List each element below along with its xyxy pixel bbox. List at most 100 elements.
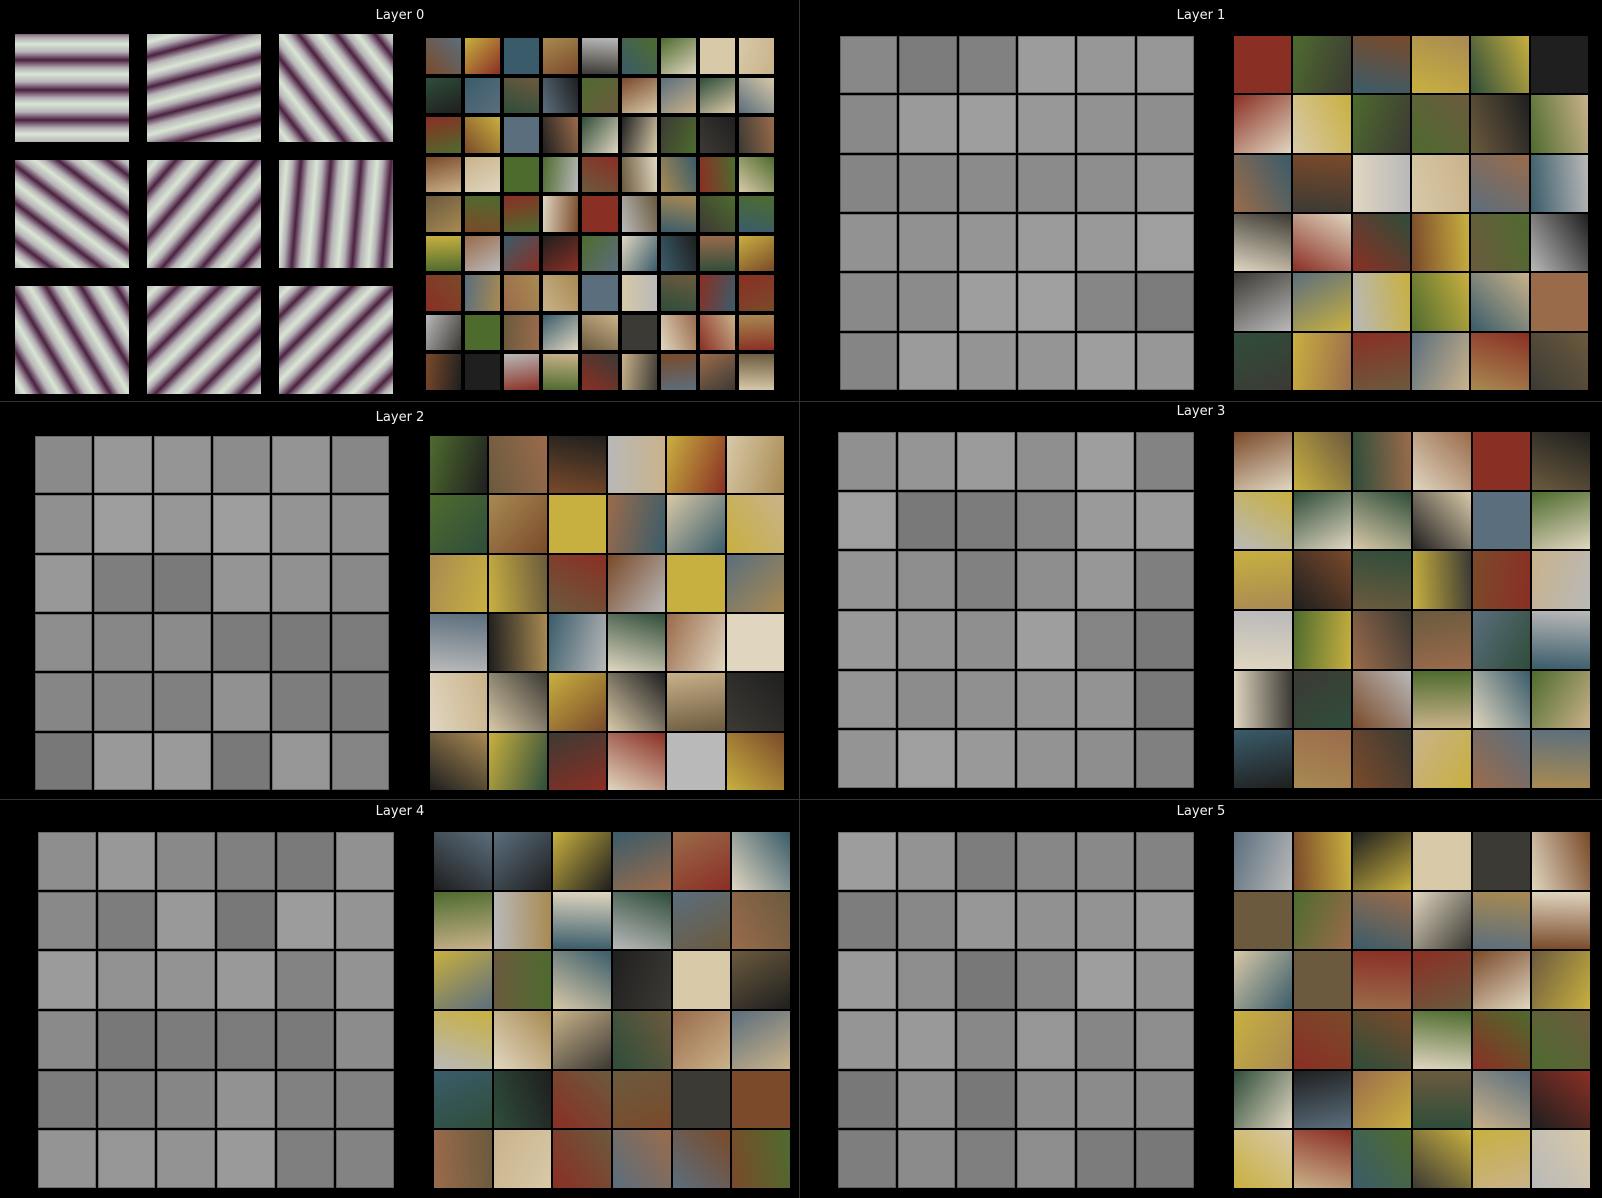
filter-tile — [35, 436, 93, 494]
image-patch-tile — [1234, 95, 1292, 153]
filter-tile — [97, 1130, 156, 1188]
panel-layer-0: Layer 0 — [0, 0, 800, 400]
image-patch-tile — [504, 156, 540, 193]
image-patch-tile — [613, 1070, 671, 1129]
image-patch-tile — [726, 436, 784, 494]
filter-tile — [957, 891, 1015, 950]
image-patch-tile — [543, 117, 579, 153]
image-patch-tile — [1293, 730, 1352, 788]
filter-tile — [957, 730, 1015, 788]
image-patch-tile — [504, 38, 540, 74]
image-patch-tile — [1234, 832, 1292, 890]
image-patch-tile — [582, 38, 618, 74]
image-patch-tile — [1413, 832, 1471, 890]
filter-tile — [38, 1070, 96, 1129]
filter-tile — [897, 951, 956, 1009]
image-patch-tile — [613, 832, 671, 890]
image-patch-tile — [1353, 951, 1411, 1009]
filter-tile — [1136, 491, 1194, 550]
image-patch-tile — [1413, 551, 1471, 609]
image-patch-tile — [434, 891, 492, 950]
image-patch-tile — [1532, 491, 1590, 550]
image-patch-tile — [543, 314, 579, 351]
image-patch-tile — [430, 732, 488, 790]
image-patch-grid — [1234, 832, 1590, 1188]
image-patch-tile — [1532, 1011, 1590, 1069]
image-patch-tile — [553, 832, 611, 890]
filter-tile — [1017, 611, 1075, 669]
image-patch-tile — [732, 891, 790, 950]
filter-tile — [1017, 213, 1076, 272]
image-patch-tile — [553, 891, 611, 950]
filter-tile — [94, 673, 152, 731]
filter-tile — [1017, 273, 1076, 331]
image-patch-tile — [1293, 1070, 1352, 1129]
image-patch-tile — [1413, 611, 1471, 669]
image-patch-tile — [667, 495, 725, 553]
filter-tile — [1017, 432, 1075, 490]
filter-tile — [1077, 154, 1135, 212]
image-patch-tile — [621, 117, 657, 153]
image-patch-tile — [1353, 1130, 1411, 1188]
image-patch-tile — [543, 275, 579, 311]
image-patch-tile — [1352, 213, 1410, 272]
image-patch-tile — [504, 235, 540, 272]
filter-tile — [958, 332, 1016, 390]
filter-tile — [840, 154, 898, 212]
image-patch-tile — [1353, 1011, 1411, 1069]
filter-tile — [957, 1011, 1015, 1069]
image-patch-tile — [543, 77, 579, 114]
filter-tile — [1076, 730, 1135, 788]
filter-tile — [279, 160, 393, 268]
image-patch-tile — [732, 1130, 790, 1188]
image-patch-tile — [430, 436, 488, 494]
image-patch-tile — [1530, 273, 1588, 331]
filter-tile — [1017, 891, 1075, 950]
filter-tile — [840, 213, 898, 272]
filter-tile — [35, 673, 93, 731]
image-patch-tile — [1234, 1011, 1292, 1069]
image-patch-tile — [1532, 1130, 1590, 1188]
image-patch-tile — [1352, 36, 1410, 94]
image-patch-tile — [1471, 273, 1529, 331]
filter-tile — [97, 1070, 156, 1129]
filter-tile — [38, 951, 96, 1009]
image-patch-tile — [465, 196, 501, 232]
filter-tile — [147, 160, 261, 268]
image-patch-grid — [434, 832, 790, 1188]
filter-tile — [897, 1070, 956, 1129]
image-patch-tile — [660, 235, 696, 272]
image-patch-tile — [465, 38, 501, 74]
image-patch-tile — [582, 275, 618, 311]
image-patch-tile — [1234, 213, 1292, 272]
filter-tile — [97, 1011, 156, 1069]
image-patch-tile — [1293, 432, 1352, 490]
filter-tile — [217, 891, 275, 950]
image-patch-tile — [1471, 332, 1529, 390]
filter-tile — [1077, 332, 1135, 390]
filter-tile — [272, 732, 330, 790]
image-patch-grid — [426, 38, 774, 390]
image-patch-tile — [621, 77, 657, 114]
filter-tile — [272, 554, 330, 612]
image-patch-tile — [1472, 491, 1531, 550]
filter-visualization-grid — [35, 436, 389, 790]
image-patch-tile — [667, 732, 725, 790]
filter-tile — [1017, 1011, 1075, 1069]
filter-tile — [838, 1011, 896, 1069]
filter-tile — [899, 332, 957, 390]
filter-tile — [35, 495, 93, 553]
filter-tile — [272, 673, 330, 731]
filter-tile — [1136, 611, 1194, 669]
image-patch-tile — [1353, 832, 1411, 890]
filter-tile — [153, 732, 211, 790]
image-patch-tile — [465, 235, 501, 272]
panel-layer-4: Layer 4 — [0, 800, 800, 1198]
filter-tile — [838, 730, 896, 788]
image-patch-tile — [1413, 730, 1471, 788]
image-patch-tile — [732, 1070, 790, 1129]
filter-tile — [35, 732, 93, 790]
image-patch-tile — [738, 117, 774, 153]
image-patch-tile — [613, 891, 671, 950]
image-patch-tile — [1234, 670, 1292, 729]
